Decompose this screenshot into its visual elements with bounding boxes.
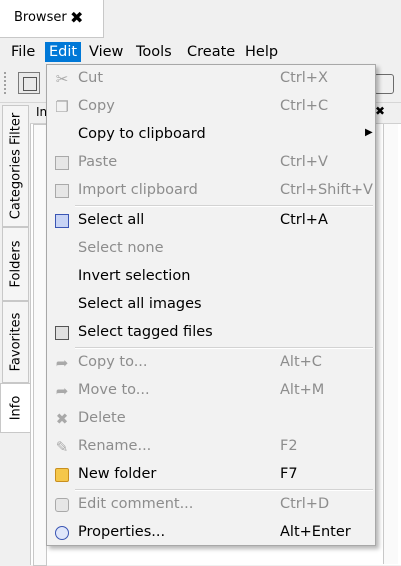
- menu-item-properties[interactable]: Properties... Alt+Enter: [47, 519, 375, 547]
- menu-item-select-tagged-files[interactable]: Select tagged files: [47, 319, 375, 347]
- menu-item-select-none-label: Select none: [78, 240, 164, 256]
- scissors-icon: ✂: [55, 70, 69, 88]
- tab-categories-filter[interactable]: Categories Filter: [2, 105, 29, 227]
- menu-item-paste[interactable]: Paste Ctrl+V: [47, 149, 375, 177]
- copy-to-icon: ➦: [55, 354, 69, 372]
- new-folder-icon: [53, 466, 71, 484]
- close-icon[interactable]: ✖: [70, 8, 83, 27]
- menu-item-move-to-shortcut: Alt+M: [280, 382, 325, 398]
- menu-bar: File Edit View Tools Create Help: [0, 40, 401, 64]
- browser-tab-label: Browser: [14, 10, 67, 25]
- menu-item-import-clipboard-label: Import clipboard: [78, 182, 198, 198]
- info-panel-body: [33, 124, 47, 566]
- menu-item-copy-shortcut: Ctrl+C: [280, 98, 329, 114]
- menu-item-import-clipboard[interactable]: Import clipboard Ctrl+Shift+V: [47, 177, 375, 205]
- menu-item-paste-label: Paste: [78, 154, 118, 170]
- tab-favorites[interactable]: Favorites: [2, 301, 29, 383]
- move-to-icon: ➦: [55, 382, 69, 400]
- menu-item-move-to[interactable]: ➦ Move to... Alt+M: [47, 377, 375, 405]
- menu-item-copy-label: Copy: [78, 98, 115, 114]
- clipboard-icon: [53, 182, 71, 200]
- menu-item-paste-shortcut: Ctrl+V: [280, 154, 328, 170]
- menu-item-select-all-shortcut: Ctrl+A: [280, 212, 328, 228]
- menu-item-delete-label: Delete: [78, 410, 126, 426]
- delete-icon: ✖: [55, 410, 69, 428]
- menu-create[interactable]: Create: [183, 42, 239, 62]
- menu-item-select-all[interactable]: Select all Ctrl+A: [47, 207, 375, 235]
- toolbar-tool-icon[interactable]: [374, 74, 394, 94]
- menu-view[interactable]: View: [85, 42, 127, 62]
- toolbar-grip[interactable]: [4, 72, 9, 94]
- paste-icon: [53, 154, 71, 172]
- menu-item-delete[interactable]: ✖ Delete: [47, 405, 375, 433]
- tab-categories-filter-label: Categories Filter: [8, 112, 23, 220]
- menu-item-cut-shortcut: Ctrl+X: [280, 70, 328, 86]
- menu-item-copy-to-clipboard-label: Copy to clipboard: [78, 126, 206, 142]
- menu-item-edit-comment[interactable]: Edit comment... Ctrl+D: [47, 491, 375, 519]
- rename-icon: ✎: [55, 438, 69, 456]
- document-tab-strip: Browser ✖: [0, 0, 401, 40]
- menu-item-properties-label: Properties...: [78, 524, 166, 540]
- copy-icon: ❐: [55, 98, 69, 116]
- menu-item-select-all-label: Select all: [78, 212, 145, 228]
- tab-info-label: Info: [8, 395, 23, 421]
- menu-tools[interactable]: Tools: [132, 42, 176, 62]
- properties-icon: [53, 524, 71, 542]
- menu-item-new-folder-label: New folder: [78, 466, 157, 482]
- comment-icon: [53, 496, 71, 514]
- menu-item-invert-selection-label: Invert selection: [78, 268, 191, 284]
- menu-item-move-to-label: Move to...: [78, 382, 150, 398]
- edit-menu-dropdown: ✂ Cut Ctrl+X ❐ Copy Ctrl+C Copy to clipb…: [46, 64, 376, 546]
- tab-favorites-label: Favorites: [8, 312, 23, 372]
- menu-item-edit-comment-shortcut: Ctrl+D: [280, 496, 330, 512]
- menu-item-select-tagged-files-label: Select tagged files: [78, 324, 213, 340]
- menu-item-copy-to-clipboard[interactable]: Copy to clipboard ▶: [47, 121, 375, 149]
- menu-file[interactable]: File: [7, 42, 39, 62]
- menu-item-select-all-images-label: Select all images: [78, 296, 202, 312]
- menu-item-select-none[interactable]: Select none: [47, 235, 375, 263]
- tagged-files-icon: [53, 324, 71, 342]
- menu-help[interactable]: Help: [241, 42, 282, 62]
- menu-edit[interactable]: Edit: [45, 42, 82, 62]
- menu-item-edit-comment-label: Edit comment...: [78, 496, 194, 512]
- fullscreen-icon[interactable]: [18, 72, 40, 94]
- menu-item-new-folder[interactable]: New folder F7: [47, 461, 375, 489]
- menu-item-properties-shortcut: Alt+Enter: [280, 524, 351, 540]
- panel-close-icon[interactable]: ✖: [375, 104, 385, 118]
- side-tab-bar: Categories Filter Folders Favorites Info: [0, 103, 30, 565]
- tab-folders-label: Folders: [8, 240, 23, 288]
- tab-folders[interactable]: Folders: [2, 227, 29, 301]
- tab-info[interactable]: Info: [0, 383, 30, 433]
- menu-item-rename[interactable]: ✎ Rename... F2: [47, 433, 375, 461]
- menu-item-invert-selection[interactable]: Invert selection: [47, 263, 375, 291]
- menu-item-copy-to-shortcut: Alt+C: [280, 354, 322, 370]
- menu-item-select-all-images[interactable]: Select all images: [47, 291, 375, 319]
- menu-item-cut-label: Cut: [78, 70, 103, 86]
- menu-item-rename-shortcut: F2: [280, 438, 298, 454]
- menu-item-new-folder-shortcut: F7: [280, 466, 298, 482]
- menu-item-import-clipboard-shortcut: Ctrl+Shift+V: [280, 182, 373, 198]
- select-all-icon: [53, 212, 71, 230]
- browser-tab[interactable]: Browser ✖: [0, 0, 104, 38]
- menu-item-copy-to[interactable]: ➦ Copy to... Alt+C: [47, 349, 375, 377]
- menu-item-copy[interactable]: ❐ Copy Ctrl+C: [47, 93, 375, 121]
- menu-item-copy-to-label: Copy to...: [78, 354, 148, 370]
- submenu-arrow-icon: ▶: [365, 127, 373, 138]
- file-list-panel: [383, 124, 398, 564]
- menu-item-cut[interactable]: ✂ Cut Ctrl+X: [47, 65, 375, 93]
- menu-item-rename-label: Rename...: [78, 438, 152, 454]
